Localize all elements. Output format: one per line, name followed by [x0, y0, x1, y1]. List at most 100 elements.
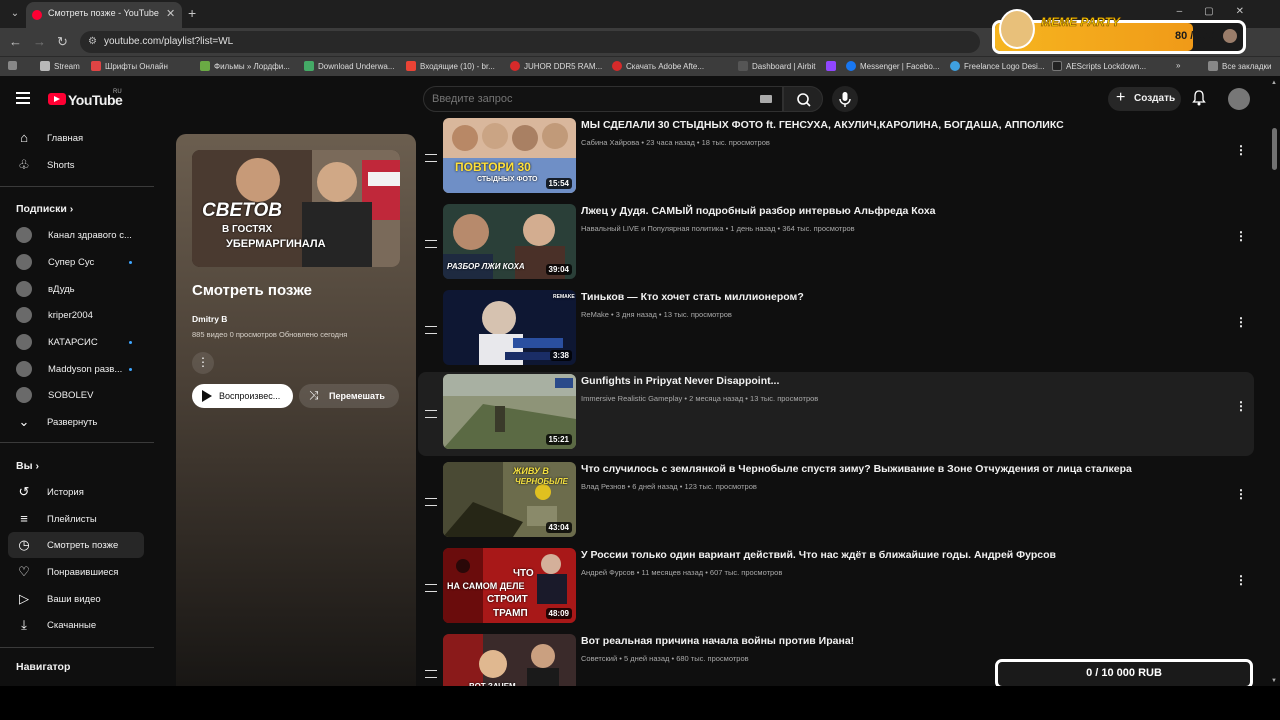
- account-avatar[interactable]: [1228, 88, 1250, 110]
- video-thumbnail[interactable]: REMAKE 3:38: [443, 290, 576, 365]
- sidebar-item-downloads[interactable]: ⤓ Скачанные: [8, 612, 144, 638]
- voice-search-button[interactable]: [832, 86, 858, 112]
- drag-handle-icon[interactable]: [425, 410, 437, 418]
- reload-icon[interactable]: ↻: [57, 35, 68, 49]
- apps-grid-icon[interactable]: [8, 61, 17, 70]
- sidebar-sub-item[interactable]: SOBOLEV: [8, 382, 144, 408]
- sidebar-item-home[interactable]: ⌂ Главная: [8, 125, 144, 151]
- search-input[interactable]: [432, 93, 732, 105]
- bookmark-stream[interactable]: Stream: [40, 61, 80, 71]
- video-title[interactable]: МЫ СДЕЛАЛИ 30 СТЫДНЫХ ФОТО ft. ГЕНСУХА, …: [581, 119, 1064, 131]
- bookmark-messenger[interactable]: Messenger | Facebo...: [846, 61, 939, 71]
- bookmark-gmail[interactable]: Входящие (10) - br...: [406, 61, 495, 71]
- playlist-video-row[interactable]: ПОВТОРИ 30 СТЫДНЫХ ФОТО 15:54 МЫ СДЕЛАЛИ…: [418, 116, 1254, 200]
- thumb-caption: ЧЕРНОБЫЛЕ: [515, 477, 568, 486]
- history-icon: ↺: [18, 484, 30, 499]
- video-thumbnail[interactable]: РАЗБОР ЛЖИ КОХА 39:04: [443, 204, 576, 279]
- playlist-owner[interactable]: Dmitry B: [192, 314, 227, 324]
- playlist-video-row[interactable]: 15:21 Gunfights in Pripyat Never Disappo…: [418, 372, 1254, 456]
- more-options-icon[interactable]: ⋮: [192, 352, 214, 374]
- tab-close-icon[interactable]: ✕: [166, 7, 175, 20]
- chevron-right-icon: ›: [35, 460, 39, 472]
- bookmark-twitch[interactable]: [826, 61, 836, 71]
- bookmark-adobe[interactable]: Скачать Adobe Afte...: [612, 61, 704, 71]
- playlist-video-row[interactable]: ЖИВУ В ЧЕРНОБЫЛЕ 43:04 Что случилось с з…: [418, 460, 1254, 544]
- sidebar-item-watch-later[interactable]: ◷ Смотреть позже: [8, 532, 144, 558]
- video-title[interactable]: Тиньков — Кто хочет стать миллионером?: [581, 291, 804, 303]
- browser-tab[interactable]: Смотреть позже - YouTube ✕: [26, 2, 182, 28]
- sidebar-sub-item[interactable]: Канал здравого с...: [8, 222, 144, 248]
- forward-arrow-icon[interactable]: →: [33, 35, 46, 49]
- subscriptions-heading[interactable]: Подписки ›: [16, 203, 73, 215]
- keyboard-icon[interactable]: [760, 95, 772, 103]
- drag-handle-icon[interactable]: [425, 326, 437, 334]
- drag-handle-icon[interactable]: [425, 240, 437, 248]
- shuffle-button[interactable]: ⤨ Перемешать: [299, 384, 399, 408]
- notifications-bell-icon[interactable]: [1192, 90, 1206, 109]
- sidebar-sub-item[interactable]: КАТАРСИС: [8, 329, 144, 355]
- video-thumbnail[interactable]: ЧТО НА САМОМ ДЕЛЕ СТРОИТ ТРАМП 48:09: [443, 548, 576, 623]
- sidebar-item-your-videos[interactable]: ▷ Ваши видео: [8, 586, 144, 612]
- sidebar-expand[interactable]: ⌄ Развернуть: [8, 409, 144, 435]
- drag-handle-icon[interactable]: [425, 670, 437, 678]
- bookmark-juhor[interactable]: JUHOR DDR5 RAM...: [510, 61, 602, 71]
- scroll-up-arrow-icon[interactable]: ▲: [1271, 80, 1277, 86]
- sidebar-item-shorts[interactable]: ♧ Shorts: [8, 152, 144, 178]
- drag-handle-icon[interactable]: [425, 584, 437, 592]
- drag-handle-icon[interactable]: [425, 154, 437, 162]
- search-button[interactable]: [783, 86, 823, 112]
- more-options-icon[interactable]: ⋮: [1235, 230, 1247, 242]
- playlist-title: Смотреть позже: [192, 282, 312, 299]
- window-controls[interactable]: –▢✕: [1177, 6, 1266, 17]
- all-bookmarks[interactable]: Все закладки: [1208, 61, 1271, 71]
- video-title[interactable]: Gunfights in Pripyat Never Disappoint...: [581, 375, 779, 387]
- more-options-icon[interactable]: ⋮: [1235, 574, 1247, 586]
- channel-avatar: [16, 307, 32, 323]
- playlist-video-row[interactable]: РАЗБОР ЛЖИ КОХА 39:04 Лжец у Дудя. САМЫЙ…: [418, 202, 1254, 286]
- video-title[interactable]: Лжец у Дудя. САМЫЙ подробный разбор инте…: [581, 205, 936, 217]
- bookmark-aescripts[interactable]: AEScripts Lockdown...: [1052, 61, 1146, 71]
- video-meta: Сабина Хайрова • 23 часа назад • 18 тыс.…: [581, 138, 770, 147]
- more-options-icon[interactable]: ⋮: [1235, 144, 1247, 156]
- menu-icon[interactable]: [16, 92, 30, 104]
- play-all-button[interactable]: Воспроизвес...: [192, 384, 293, 408]
- playlist-video-row[interactable]: REMAKE 3:38 Тиньков — Кто хочет стать ми…: [418, 288, 1254, 372]
- thumb-caption: НА САМОМ ДЕЛЕ: [447, 581, 525, 591]
- back-arrow-icon[interactable]: ←: [9, 35, 22, 49]
- drag-handle-icon[interactable]: [425, 498, 437, 506]
- more-options-icon[interactable]: ⋮: [1235, 316, 1247, 328]
- more-options-icon[interactable]: ⋮: [1235, 488, 1247, 500]
- bookmark-freelance[interactable]: Freelance Logo Desi...: [950, 61, 1045, 71]
- address-bar[interactable]: ⚙ youtube.com/playlist?list=WL: [80, 31, 980, 53]
- bookmarks-overflow-icon[interactable]: »: [1176, 61, 1180, 70]
- sidebar-sub-item[interactable]: вДудь: [8, 276, 144, 302]
- channel-avatar: [16, 361, 32, 377]
- scroll-down-arrow-icon[interactable]: ▼: [1271, 678, 1277, 684]
- sidebar-sub-item[interactable]: Maddyson разв...: [8, 356, 144, 382]
- more-options-icon[interactable]: ⋮: [1235, 400, 1247, 412]
- playlist-thumbnail[interactable]: СВЕТОВ В ГОСТЯХ УБЕРМАРГИНАЛА: [192, 150, 400, 267]
- video-title[interactable]: Вот реальная причина начала войны против…: [581, 635, 854, 647]
- bookmark-fonts[interactable]: Шрифты Онлайн: [91, 61, 168, 71]
- playlist-video-row[interactable]: ЧТО НА САМОМ ДЕЛЕ СТРОИТ ТРАМП 48:09 У Р…: [418, 546, 1254, 630]
- bookmark-films[interactable]: Фильмы » Лордфи...: [200, 61, 290, 71]
- bookmark-airbit[interactable]: Dashboard | Airbit: [738, 61, 815, 71]
- scrollbar-thumb[interactable]: [1272, 128, 1277, 170]
- sidebar-sub-item[interactable]: kriper2004: [8, 302, 144, 328]
- shuffle-icon: ⤨: [309, 388, 319, 402]
- sidebar-sub-item[interactable]: Супер Сус: [8, 249, 144, 275]
- video-title[interactable]: Что случилось с землянкой в Чернобыле сп…: [581, 463, 1132, 475]
- you-heading[interactable]: Вы ›: [16, 460, 39, 472]
- sidebar-item-history[interactable]: ↺ История: [8, 479, 144, 505]
- sidebar-item-playlists[interactable]: ≡ Плейлисты: [8, 506, 144, 532]
- site-info-icon[interactable]: ⚙: [88, 36, 100, 48]
- video-thumbnail[interactable]: 15:21: [443, 374, 576, 449]
- video-title[interactable]: У России только один вариант действий. Ч…: [581, 549, 1056, 561]
- video-thumbnail[interactable]: ЖИВУ В ЧЕРНОБЫЛЕ 43:04: [443, 462, 576, 537]
- bookmark-download[interactable]: Download Underwa...: [304, 61, 394, 71]
- video-thumbnail[interactable]: ПОВТОРИ 30 СТЫДНЫХ ФОТО 15:54: [443, 118, 576, 193]
- sidebar-item-liked[interactable]: ♡ Понравившиеся: [8, 559, 144, 585]
- new-tab-plus-icon[interactable]: +: [188, 6, 196, 20]
- tab-list-chevron-icon[interactable]: ⌄: [6, 5, 24, 23]
- create-button[interactable]: + Создать: [1108, 87, 1181, 111]
